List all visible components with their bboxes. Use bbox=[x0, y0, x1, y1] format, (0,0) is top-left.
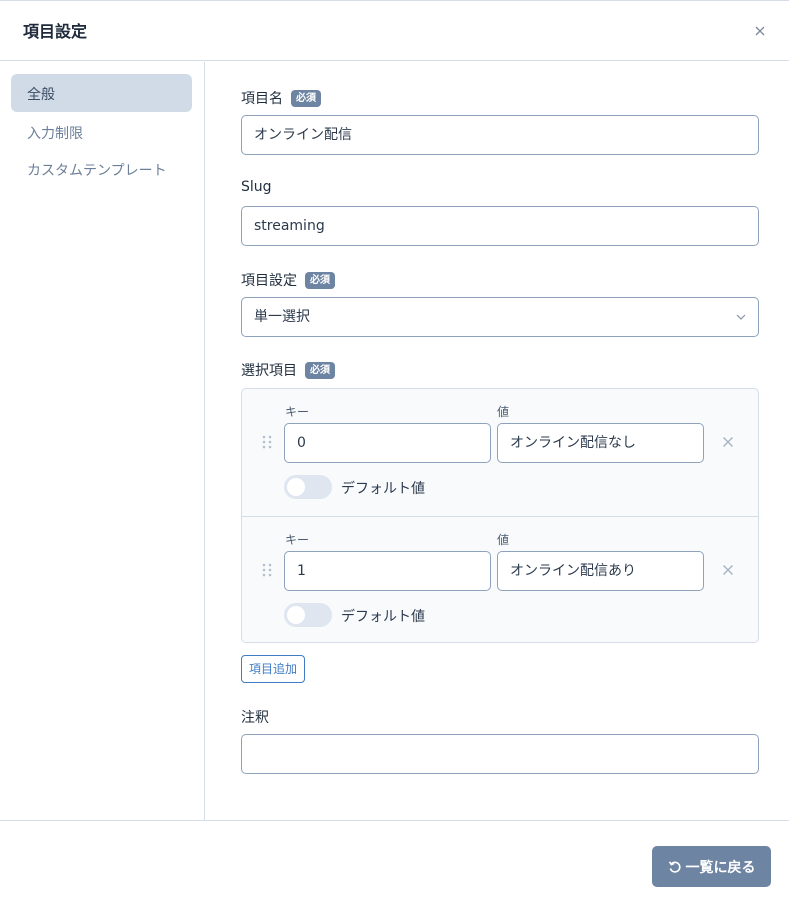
sidebar-item-general[interactable]: 全般 bbox=[11, 74, 192, 112]
item-name-input[interactable]: オンライン配信 bbox=[241, 115, 759, 155]
item-type-label-text: 項目設定 bbox=[241, 273, 297, 289]
key-label: キー bbox=[285, 533, 310, 547]
back-to-list-label: 一覧に戻る bbox=[685, 859, 756, 876]
modal-footer: 一覧に戻る bbox=[0, 820, 789, 905]
note-label: 注釈 bbox=[241, 707, 269, 727]
item-type-select[interactable]: 単一選択 bbox=[241, 297, 759, 337]
choice-row: キー 値 1 オンライン配信あり デフォルト値 bbox=[242, 516, 758, 643]
choices-label-text: 選択項目 bbox=[241, 363, 297, 379]
toggle-knob bbox=[287, 606, 305, 624]
default-value-label: デフォルト値 bbox=[341, 481, 425, 497]
close-button[interactable] bbox=[752, 23, 768, 39]
choice-value-input[interactable]: オンライン配信なし bbox=[497, 423, 704, 463]
required-badge: 必須 bbox=[291, 89, 321, 107]
settings-sidebar: 全般 入力制限 カスタムテンプレート bbox=[0, 62, 205, 820]
undo-icon bbox=[668, 860, 681, 873]
default-value-label: デフォルト値 bbox=[341, 609, 425, 625]
required-badge: 必須 bbox=[305, 361, 335, 379]
default-value-toggle[interactable] bbox=[284, 475, 332, 499]
note-label-text: 注釈 bbox=[241, 710, 269, 726]
item-settings-modal: 項目設定 全般 入力制限 カスタムテンプレート 項目名 必須 オンライン配信 S… bbox=[0, 0, 789, 905]
drag-handle-icon[interactable] bbox=[262, 435, 272, 449]
remove-choice-icon[interactable] bbox=[722, 436, 734, 448]
item-type-label: 項目設定 必須 bbox=[241, 270, 335, 290]
choice-key-input[interactable]: 0 bbox=[284, 423, 491, 463]
modal-title: 項目設定 bbox=[23, 22, 88, 41]
add-choice-button[interactable]: 項目追加 bbox=[241, 655, 306, 683]
value-label: 値 bbox=[497, 533, 510, 547]
toggle-knob bbox=[287, 478, 305, 496]
modal-header: 項目設定 bbox=[0, 1, 789, 61]
slug-input[interactable]: streaming bbox=[241, 206, 759, 246]
close-icon bbox=[755, 26, 765, 36]
choice-key-input[interactable]: 1 bbox=[284, 551, 491, 591]
sidebar-item-input-limits[interactable]: 入力制限 bbox=[11, 113, 192, 151]
note-input[interactable] bbox=[241, 734, 759, 774]
item-name-label-text: 項目名 bbox=[241, 91, 283, 107]
choice-value-input[interactable]: オンライン配信あり bbox=[497, 551, 704, 591]
default-value-toggle[interactable] bbox=[284, 603, 332, 627]
required-badge: 必須 bbox=[305, 271, 335, 289]
key-label: キー bbox=[285, 405, 310, 419]
remove-choice-icon[interactable] bbox=[722, 564, 734, 576]
value-label: 値 bbox=[497, 405, 510, 419]
choices-list: キー 値 0 オンライン配信なし デフォルト値 キー 値 1 オンライン配信あり… bbox=[241, 388, 759, 643]
sidebar-item-custom-template[interactable]: カスタムテンプレート bbox=[11, 150, 192, 188]
slug-label: Slug bbox=[241, 179, 272, 195]
choices-label: 選択項目 必須 bbox=[241, 360, 335, 380]
back-to-list-button[interactable]: 一覧に戻る bbox=[652, 846, 771, 887]
drag-handle-icon[interactable] bbox=[262, 563, 272, 577]
chevron-down-icon bbox=[736, 314, 746, 320]
slug-label-text: Slug bbox=[241, 179, 272, 195]
item-name-label: 項目名 必須 bbox=[241, 88, 321, 108]
item-type-selected-value: 単一選択 bbox=[254, 309, 310, 325]
choice-row: キー 値 0 オンライン配信なし デフォルト値 bbox=[242, 389, 758, 516]
